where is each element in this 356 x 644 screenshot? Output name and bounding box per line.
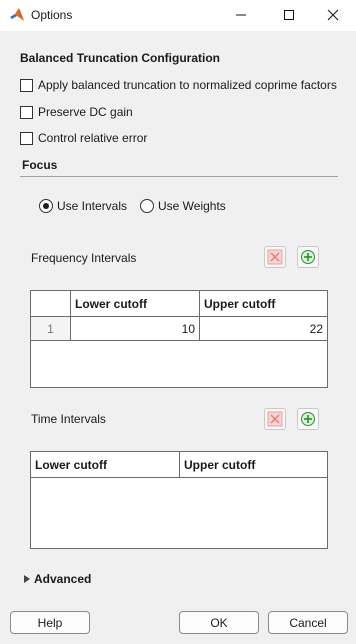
radio-label: Use Weights	[158, 199, 226, 213]
help-button[interactable]: Help	[10, 611, 90, 634]
table-header-upper-cutoff[interactable]: Upper cutoff	[180, 452, 327, 478]
delete-frequency-row-button[interactable]	[264, 246, 286, 268]
time-intervals-table[interactable]: Lower cutoff Upper cutoff	[30, 451, 328, 549]
add-row-icon	[301, 250, 315, 264]
minimize-icon	[236, 14, 246, 16]
add-time-row-button[interactable]	[297, 408, 319, 430]
upper-cutoff-cell[interactable]: 22	[200, 317, 327, 340]
close-button[interactable]	[310, 0, 356, 31]
relative-error-checkbox[interactable]: Control relative error	[20, 130, 147, 146]
advanced-label: Advanced	[34, 572, 92, 586]
row-number: 1	[31, 317, 71, 340]
close-icon	[327, 9, 339, 21]
table-header: Lower cutoff Upper cutoff	[31, 452, 327, 478]
config-section-title: Balanced Truncation Configuration	[20, 51, 221, 65]
focus-section-title: Focus	[22, 158, 58, 172]
radio-button[interactable]	[140, 199, 154, 213]
advanced-expander[interactable]: Advanced	[24, 572, 91, 586]
table-header-lower-cutoff[interactable]: Lower cutoff	[71, 291, 200, 317]
maximize-button[interactable]	[266, 0, 312, 31]
ok-button[interactable]: OK	[179, 611, 259, 634]
cancel-button[interactable]: Cancel	[268, 611, 348, 634]
checkbox-box[interactable]	[20, 105, 33, 119]
matlab-logo-icon	[9, 7, 25, 23]
radio-label: Use Intervals	[57, 199, 128, 213]
add-row-icon	[301, 412, 315, 426]
use-weights-radio[interactable]: Use Weights	[140, 198, 226, 214]
add-frequency-row-button[interactable]	[297, 246, 319, 268]
table-header-upper-cutoff[interactable]: Upper cutoff	[200, 291, 327, 317]
delete-row-icon	[267, 411, 283, 427]
radio-button-selected[interactable]	[39, 199, 53, 213]
focus-divider	[20, 176, 338, 177]
checkbox-box[interactable]	[20, 78, 33, 92]
triangle-right-icon	[24, 575, 30, 583]
lower-cutoff-cell[interactable]: 10	[71, 317, 200, 340]
table-header-index	[31, 291, 71, 317]
minimize-button[interactable]	[218, 0, 264, 31]
table-row[interactable]: 1 10 22	[31, 317, 327, 341]
delete-time-row-button[interactable]	[264, 408, 286, 430]
title-bar: Options	[0, 0, 356, 31]
checkbox-label: Control relative error	[38, 131, 148, 145]
time-intervals-label: Time Intervals	[31, 412, 106, 426]
normalized-coprime-checkbox[interactable]: Apply balanced truncation to normalized …	[20, 77, 337, 93]
frequency-intervals-label: Frequency Intervals	[31, 251, 137, 265]
window-title: Options	[31, 8, 73, 22]
delete-row-icon	[267, 249, 283, 265]
maximize-icon	[284, 10, 294, 20]
checkbox-label: Preserve DC gain	[38, 105, 133, 119]
checkbox-box[interactable]	[20, 131, 33, 145]
preserve-dc-gain-checkbox[interactable]: Preserve DC gain	[20, 104, 133, 120]
checkbox-label: Apply balanced truncation to normalized …	[38, 78, 337, 92]
use-intervals-radio[interactable]: Use Intervals	[39, 198, 127, 214]
frequency-intervals-table[interactable]: Lower cutoff Upper cutoff 1 10 22	[30, 290, 328, 388]
table-header-lower-cutoff[interactable]: Lower cutoff	[31, 452, 180, 478]
table-header: Lower cutoff Upper cutoff	[31, 291, 327, 317]
